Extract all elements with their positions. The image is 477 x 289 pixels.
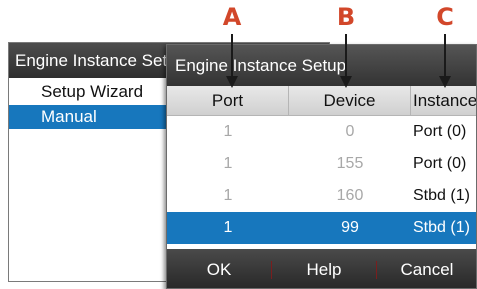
column-header-port[interactable]: Port <box>167 86 289 116</box>
callout-c: C <box>436 3 454 31</box>
button-bar: OK Help Cancel <box>167 249 476 288</box>
help-button[interactable]: Help <box>272 249 376 288</box>
cancel-button[interactable]: Cancel <box>377 249 476 288</box>
cell-port: 1 <box>223 219 233 236</box>
cell-instance: Stbd (1) <box>413 219 470 236</box>
cell-port: 1 <box>223 123 233 140</box>
cell-device: 160 <box>336 187 364 204</box>
cell-device: 0 <box>345 123 355 140</box>
column-header-device[interactable]: Device <box>289 86 411 116</box>
menu-item-setup-wizard[interactable]: Setup Wizard <box>9 80 169 104</box>
cell-instance: Port (0) <box>413 155 467 172</box>
dialog-title: Engine Instance Setup <box>167 45 476 86</box>
cell-port: 1 <box>223 187 233 204</box>
ok-button[interactable]: OK <box>167 249 271 288</box>
cell-instance: Port (0) <box>413 123 467 140</box>
callout-a: A <box>222 3 242 31</box>
callout-b: B <box>336 3 356 31</box>
column-header-instance[interactable]: Instance <box>411 86 476 116</box>
table-row[interactable]: 1 155 Port (0) <box>167 148 476 180</box>
cell-instance: Stbd (1) <box>413 187 470 204</box>
table-row[interactable]: 1 0 Port (0) <box>167 116 476 148</box>
cell-device: 99 <box>341 219 359 236</box>
table-row[interactable]: 1 160 Stbd (1) <box>167 180 476 212</box>
cell-port: 1 <box>223 155 233 172</box>
engine-instance-dialog: Engine Instance Setup Port Device Instan… <box>166 44 477 289</box>
table-row-selected[interactable]: 1 99 Stbd (1) <box>167 212 476 244</box>
cell-device: 155 <box>336 155 364 172</box>
menu-item-manual[interactable]: Manual <box>9 105 169 129</box>
